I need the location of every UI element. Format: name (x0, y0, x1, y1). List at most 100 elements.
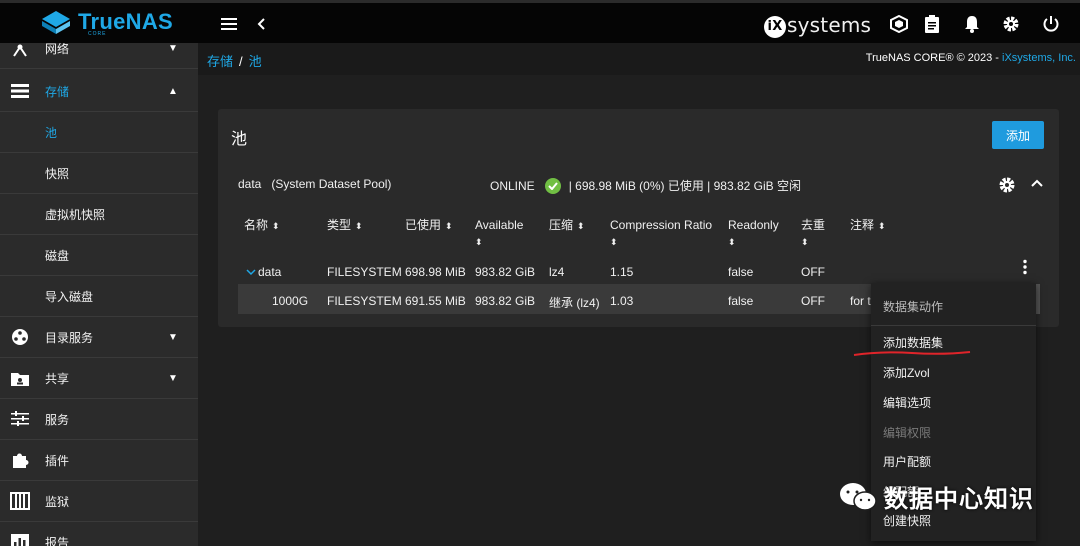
sidebar-item-storage[interactable]: 存储 ▲ (0, 71, 198, 112)
col-header-comments[interactable]: 注释 ⬍ (850, 217, 886, 234)
pool-settings-gear-icon[interactable] (998, 176, 1018, 196)
sort-icon: ⬍ (801, 237, 809, 247)
cell-ratio: 1.03 (610, 294, 634, 308)
menu-item-edit-options[interactable]: 编辑选项 (883, 394, 931, 411)
cell-available: 983.82 GiB (475, 294, 536, 308)
report-icon (10, 532, 30, 546)
sort-icon: ⬍ (577, 221, 585, 231)
sort-icon: ⬍ (355, 221, 363, 231)
truecommand-icon[interactable] (888, 13, 910, 35)
menu-icon[interactable] (218, 13, 240, 35)
expand-chevron-icon[interactable] (246, 265, 256, 279)
col-header-dedup[interactable]: 去重 ⬍ (801, 217, 825, 250)
share-icon (10, 368, 30, 388)
sort-icon: ⬍ (610, 237, 618, 247)
vendor-name: systems (787, 13, 872, 37)
brand-name: TrueNAS (78, 9, 174, 34)
chevron-up-icon[interactable] (1030, 177, 1046, 193)
wechat-icon (840, 482, 877, 511)
breadcrumb-bar: 存储 / 池 TrueNAS CORE® © 2023 - iXsystems, I… (198, 43, 1080, 75)
chevron-down-icon: ▼ (168, 43, 178, 54)
scrollbar[interactable] (1036, 284, 1040, 314)
ixsystems-logo[interactable]: iX systems (764, 13, 871, 38)
chevron-up-icon: ▲ (168, 85, 178, 97)
col-header-compression[interactable]: 压缩 ⬍ (549, 217, 585, 234)
more-vert-icon[interactable] (1018, 259, 1032, 275)
sidebar-item-sharing[interactable]: 共享 ▼ (0, 358, 198, 399)
sidebar-item-label: 导入磁盘 (45, 289, 94, 304)
cell-dedup: OFF (801, 294, 825, 308)
sort-icon: ⬍ (878, 221, 886, 231)
cell-compression: 继承 (lz4) (549, 296, 600, 310)
col-header-readonly[interactable]: Readonly ⬍ (728, 217, 779, 250)
sidebar-item-label: 虚拟机快照 (45, 207, 106, 222)
col-header-label: 压缩 (549, 218, 574, 232)
menu-item-create-snapshot[interactable]: 创建快照 (883, 512, 931, 529)
chevron-left-icon[interactable] (250, 13, 272, 35)
cell-readonly: false (728, 265, 754, 279)
cell-ratio: 1.15 (610, 265, 634, 279)
add-pool-button[interactable]: 添加 (992, 121, 1044, 149)
sidebar-item-label: 网络 (45, 43, 70, 56)
col-header-label: 已使用 (405, 218, 442, 232)
sidebar-item-import-disk[interactable]: 导入磁盘 (0, 276, 198, 317)
sidebar-item-disks[interactable]: 磁盘 (0, 235, 198, 276)
ixsystems-link[interactable]: iXsystems, Inc. (1002, 52, 1076, 64)
sidebar-item-snapshots[interactable]: 快照 (0, 153, 198, 194)
cell-dedup: OFF (801, 265, 825, 279)
col-header-label: 名称 (244, 218, 269, 232)
sidebar-item-plugins[interactable]: 插件 (0, 440, 198, 481)
sidebar-item-network[interactable]: 网络 ▼ (0, 43, 198, 69)
plugin-icon (10, 450, 30, 470)
breadcrumb-storage[interactable]: 存储 (207, 54, 233, 69)
sidebar-item-label: 插件 (45, 453, 70, 468)
power-icon[interactable] (1040, 13, 1062, 35)
clipboard-icon[interactable] (921, 13, 943, 35)
sidebar-item-pools[interactable]: 池 (0, 112, 198, 153)
breadcrumb-separator: / (239, 54, 243, 69)
cell-type: FILESYSTEM (327, 265, 402, 279)
pool-status: ONLINE | 698.98 MiB (0%) 已使用 | 983.82 Gi… (490, 177, 801, 194)
sidebar-item-directory-services[interactable]: 目录服务 ▼ (0, 317, 198, 358)
menu-item-user-quotas[interactable]: 用户配额 (883, 453, 931, 470)
sidebar-item-vm-snapshots[interactable]: 虚拟机快照 (0, 194, 198, 235)
breadcrumb-pools[interactable]: 池 (249, 54, 262, 69)
sort-icon: ⬍ (475, 237, 483, 247)
cell-type: FILESYSTEM (327, 294, 402, 308)
chevron-down-icon: ▼ (168, 372, 178, 384)
truenas-logo[interactable]: TrueNAS (40, 9, 173, 35)
sidebar-item-label: 目录服务 (45, 330, 94, 345)
network-icon (10, 43, 30, 60)
col-header-label: 去重 (801, 218, 826, 232)
bell-icon[interactable] (961, 13, 983, 35)
cell-name: data (258, 265, 282, 279)
menu-item-edit-permissions: 编辑权限 (883, 426, 932, 440)
sort-icon: ⬍ (728, 237, 736, 247)
cell-used: 698.98 MiB (405, 265, 466, 279)
sidebar-item-label: 池 (45, 125, 58, 140)
sidebar-item-label: 共享 (45, 371, 70, 386)
jail-icon (10, 491, 30, 511)
copyright-text: TrueNAS CORE® © 2023 - (865, 52, 1003, 64)
col-header-available[interactable]: Available ⬍ (475, 217, 523, 250)
menu-header: 数据集动作 (883, 300, 944, 314)
gear-icon[interactable] (1000, 13, 1022, 35)
col-header-compression-ratio[interactable]: Compression Ratio ⬍ (610, 217, 712, 250)
directory-icon (10, 327, 30, 347)
sidebar-item-reporting[interactable]: 报告 (0, 522, 198, 546)
col-header-used[interactable]: 已使用 ⬍ (405, 217, 453, 234)
watermark: 数据中心知识 (838, 479, 1034, 514)
cell-readonly: false (728, 294, 754, 308)
pool-name: data (System Dataset Pool) (238, 177, 392, 191)
copyright: TrueNAS CORE® © 2023 - iXsystems, Inc. (866, 52, 1076, 64)
menu-item-add-zvol[interactable]: 添加Zvol (883, 364, 930, 381)
sidebar-item-label: 磁盘 (45, 248, 70, 263)
breadcrumb: 存储 / 池 (207, 51, 262, 70)
col-header-name[interactable]: 名称 ⬍ (244, 217, 280, 234)
sidebar-item-jails[interactable]: 监狱 (0, 481, 198, 522)
col-header-type[interactable]: 类型 ⬍ (327, 217, 363, 234)
table-row[interactable]: data FILESYSTEM 698.98 MiB 983.82 GiB lz… (238, 257, 1040, 283)
sidebar-item-services[interactable]: 服务 (0, 399, 198, 440)
status-badge: ONLINE (490, 178, 535, 193)
cell-used: 691.55 MiB (405, 294, 466, 308)
